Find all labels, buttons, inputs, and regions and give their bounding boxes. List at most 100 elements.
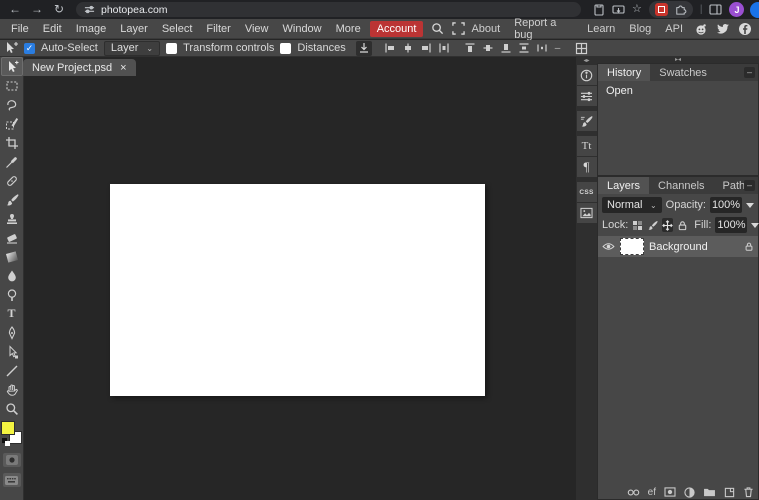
menu-select[interactable]: Select <box>155 23 200 35</box>
new-layer-icon[interactable] <box>724 487 735 498</box>
document-canvas[interactable] <box>110 184 485 396</box>
tab-channels[interactable]: Channels <box>649 177 713 194</box>
pen-tool[interactable] <box>1 323 23 342</box>
line-tool[interactable] <box>1 361 23 380</box>
tab-history[interactable]: History <box>598 64 651 81</box>
properties-panel-icon[interactable] <box>576 65 597 85</box>
color-swatches[interactable] <box>0 421 23 447</box>
document-tab[interactable]: New Project.psd × <box>23 59 136 76</box>
layer-effects-icon[interactable]: ef <box>648 487 656 498</box>
tab-layers[interactable]: Layers <box>598 177 650 194</box>
align-center-h-icon[interactable] <box>400 41 416 56</box>
menu-edit[interactable]: Edit <box>36 23 69 35</box>
browser-reload-icon[interactable]: ↻ <box>50 0 68 19</box>
crop-tool[interactable] <box>1 133 23 152</box>
side-panel-icon[interactable] <box>709 4 723 15</box>
extensions-puzzle-icon[interactable] <box>674 3 687 16</box>
move-tool[interactable] <box>0 57 23 76</box>
menu-view[interactable]: View <box>238 23 276 35</box>
menu-layer[interactable]: Layer <box>113 23 155 35</box>
document-tab-close-icon[interactable]: × <box>120 62 126 74</box>
history-panel-minimize-button[interactable]: – <box>744 67 755 78</box>
paragraph-panel-icon[interactable]: ¶ <box>576 157 597 177</box>
rectangle-select-tool[interactable] <box>1 76 23 95</box>
lock-all-icon[interactable] <box>677 218 688 232</box>
lock-transparency-icon[interactable] <box>632 218 643 232</box>
search-icon[interactable] <box>431 22 444 35</box>
menu-learn[interactable]: Learn <box>581 23 621 35</box>
align-right-icon[interactable] <box>418 41 434 56</box>
type-tool[interactable]: T <box>1 304 23 323</box>
brush-settings-panel-icon[interactable] <box>576 111 597 131</box>
fill-field[interactable]: 100% <box>715 217 748 233</box>
opacity-field[interactable]: 100% <box>710 197 742 213</box>
path-select-tool[interactable] <box>1 342 23 361</box>
history-entry-open[interactable]: Open <box>598 81 758 101</box>
default-colors-white-icon[interactable] <box>4 441 10 446</box>
address-bar[interactable]: photopea.com <box>76 2 581 17</box>
align-top-icon[interactable] <box>462 41 478 56</box>
align-to-selection-icon[interactable] <box>355 40 372 56</box>
align-left-icon[interactable] <box>382 41 398 56</box>
install-app-icon[interactable] <box>612 4 625 16</box>
lasso-tool[interactable] <box>1 95 23 114</box>
reddit-icon[interactable] <box>694 22 708 36</box>
eraser-tool[interactable] <box>1 228 23 247</box>
keyboard-shortcuts-button[interactable] <box>2 473 21 487</box>
transform-controls-checkbox[interactable] <box>166 42 178 54</box>
account-button[interactable]: Account <box>369 20 424 37</box>
spot-heal-tool[interactable] <box>1 171 23 190</box>
css-panel-icon[interactable]: CSS <box>576 182 597 202</box>
layer-visibility-eye-icon[interactable] <box>602 242 615 251</box>
delete-layer-icon[interactable] <box>743 486 754 498</box>
image-panel-icon[interactable] <box>576 203 597 223</box>
layer-thumbnail[interactable] <box>620 238 644 255</box>
eyedropper-tool[interactable] <box>1 152 23 171</box>
blur-tool[interactable] <box>1 266 23 285</box>
grid-view-icon[interactable] <box>573 41 589 56</box>
new-group-icon[interactable] <box>703 487 716 497</box>
menu-about[interactable]: About <box>465 23 506 35</box>
site-settings-icon[interactable] <box>84 4 95 15</box>
align-center-v-icon[interactable] <box>480 41 496 56</box>
zoom-tool[interactable] <box>1 399 23 418</box>
tab-swatches[interactable]: Swatches <box>650 64 716 81</box>
layers-panel-minimize-button[interactable]: – <box>744 180 755 191</box>
fill-slider-icon[interactable] <box>751 222 759 228</box>
menu-api[interactable]: API <box>659 23 689 35</box>
browser-back-icon[interactable]: ← <box>6 0 24 19</box>
menu-window[interactable]: Window <box>276 23 329 35</box>
distances-checkbox[interactable] <box>280 42 292 54</box>
browser-profile-avatar[interactable]: J <box>729 2 745 17</box>
dodge-tool[interactable] <box>1 285 23 304</box>
dock-collapse-icon[interactable]: ◂▸ <box>583 57 589 65</box>
menu-file[interactable]: File <box>4 23 36 35</box>
twitter-icon[interactable] <box>716 22 730 36</box>
menu-image[interactable]: Image <box>69 23 114 35</box>
clone-stamp-tool[interactable] <box>1 209 23 228</box>
distribute-h-icon[interactable] <box>436 41 452 56</box>
foreground-color-swatch[interactable] <box>0 421 15 435</box>
opacity-slider-icon[interactable] <box>746 202 754 208</box>
add-mask-icon[interactable] <box>664 487 676 497</box>
clipboard-icon[interactable] <box>593 3 605 16</box>
distribute-v-icon[interactable] <box>516 41 532 56</box>
layer-row-background[interactable]: Background <box>598 236 758 257</box>
target-select-dropdown[interactable]: Layer ⌄ <box>103 40 161 56</box>
quick-select-tool[interactable] <box>1 114 23 133</box>
menu-more[interactable]: More <box>329 23 368 35</box>
adjustments-panel-icon[interactable] <box>576 86 597 106</box>
adjustment-layer-icon[interactable] <box>684 486 695 498</box>
character-panel-icon[interactable]: Tt <box>576 136 597 156</box>
quick-mask-button[interactable] <box>2 453 21 467</box>
browser-forward-icon[interactable]: → <box>28 0 46 19</box>
distribute-spacing-icon[interactable] <box>534 41 550 56</box>
facebook-icon[interactable] <box>738 22 752 36</box>
lock-position-icon[interactable] <box>662 218 674 232</box>
lock-pixels-icon[interactable] <box>647 218 658 232</box>
menu-filter[interactable]: Filter <box>199 23 237 35</box>
menu-blog[interactable]: Blog <box>623 23 657 35</box>
gradient-tool[interactable] <box>1 247 23 266</box>
blend-mode-dropdown[interactable]: Normal ⌄ <box>602 197 662 213</box>
fullscreen-icon[interactable] <box>452 22 466 35</box>
